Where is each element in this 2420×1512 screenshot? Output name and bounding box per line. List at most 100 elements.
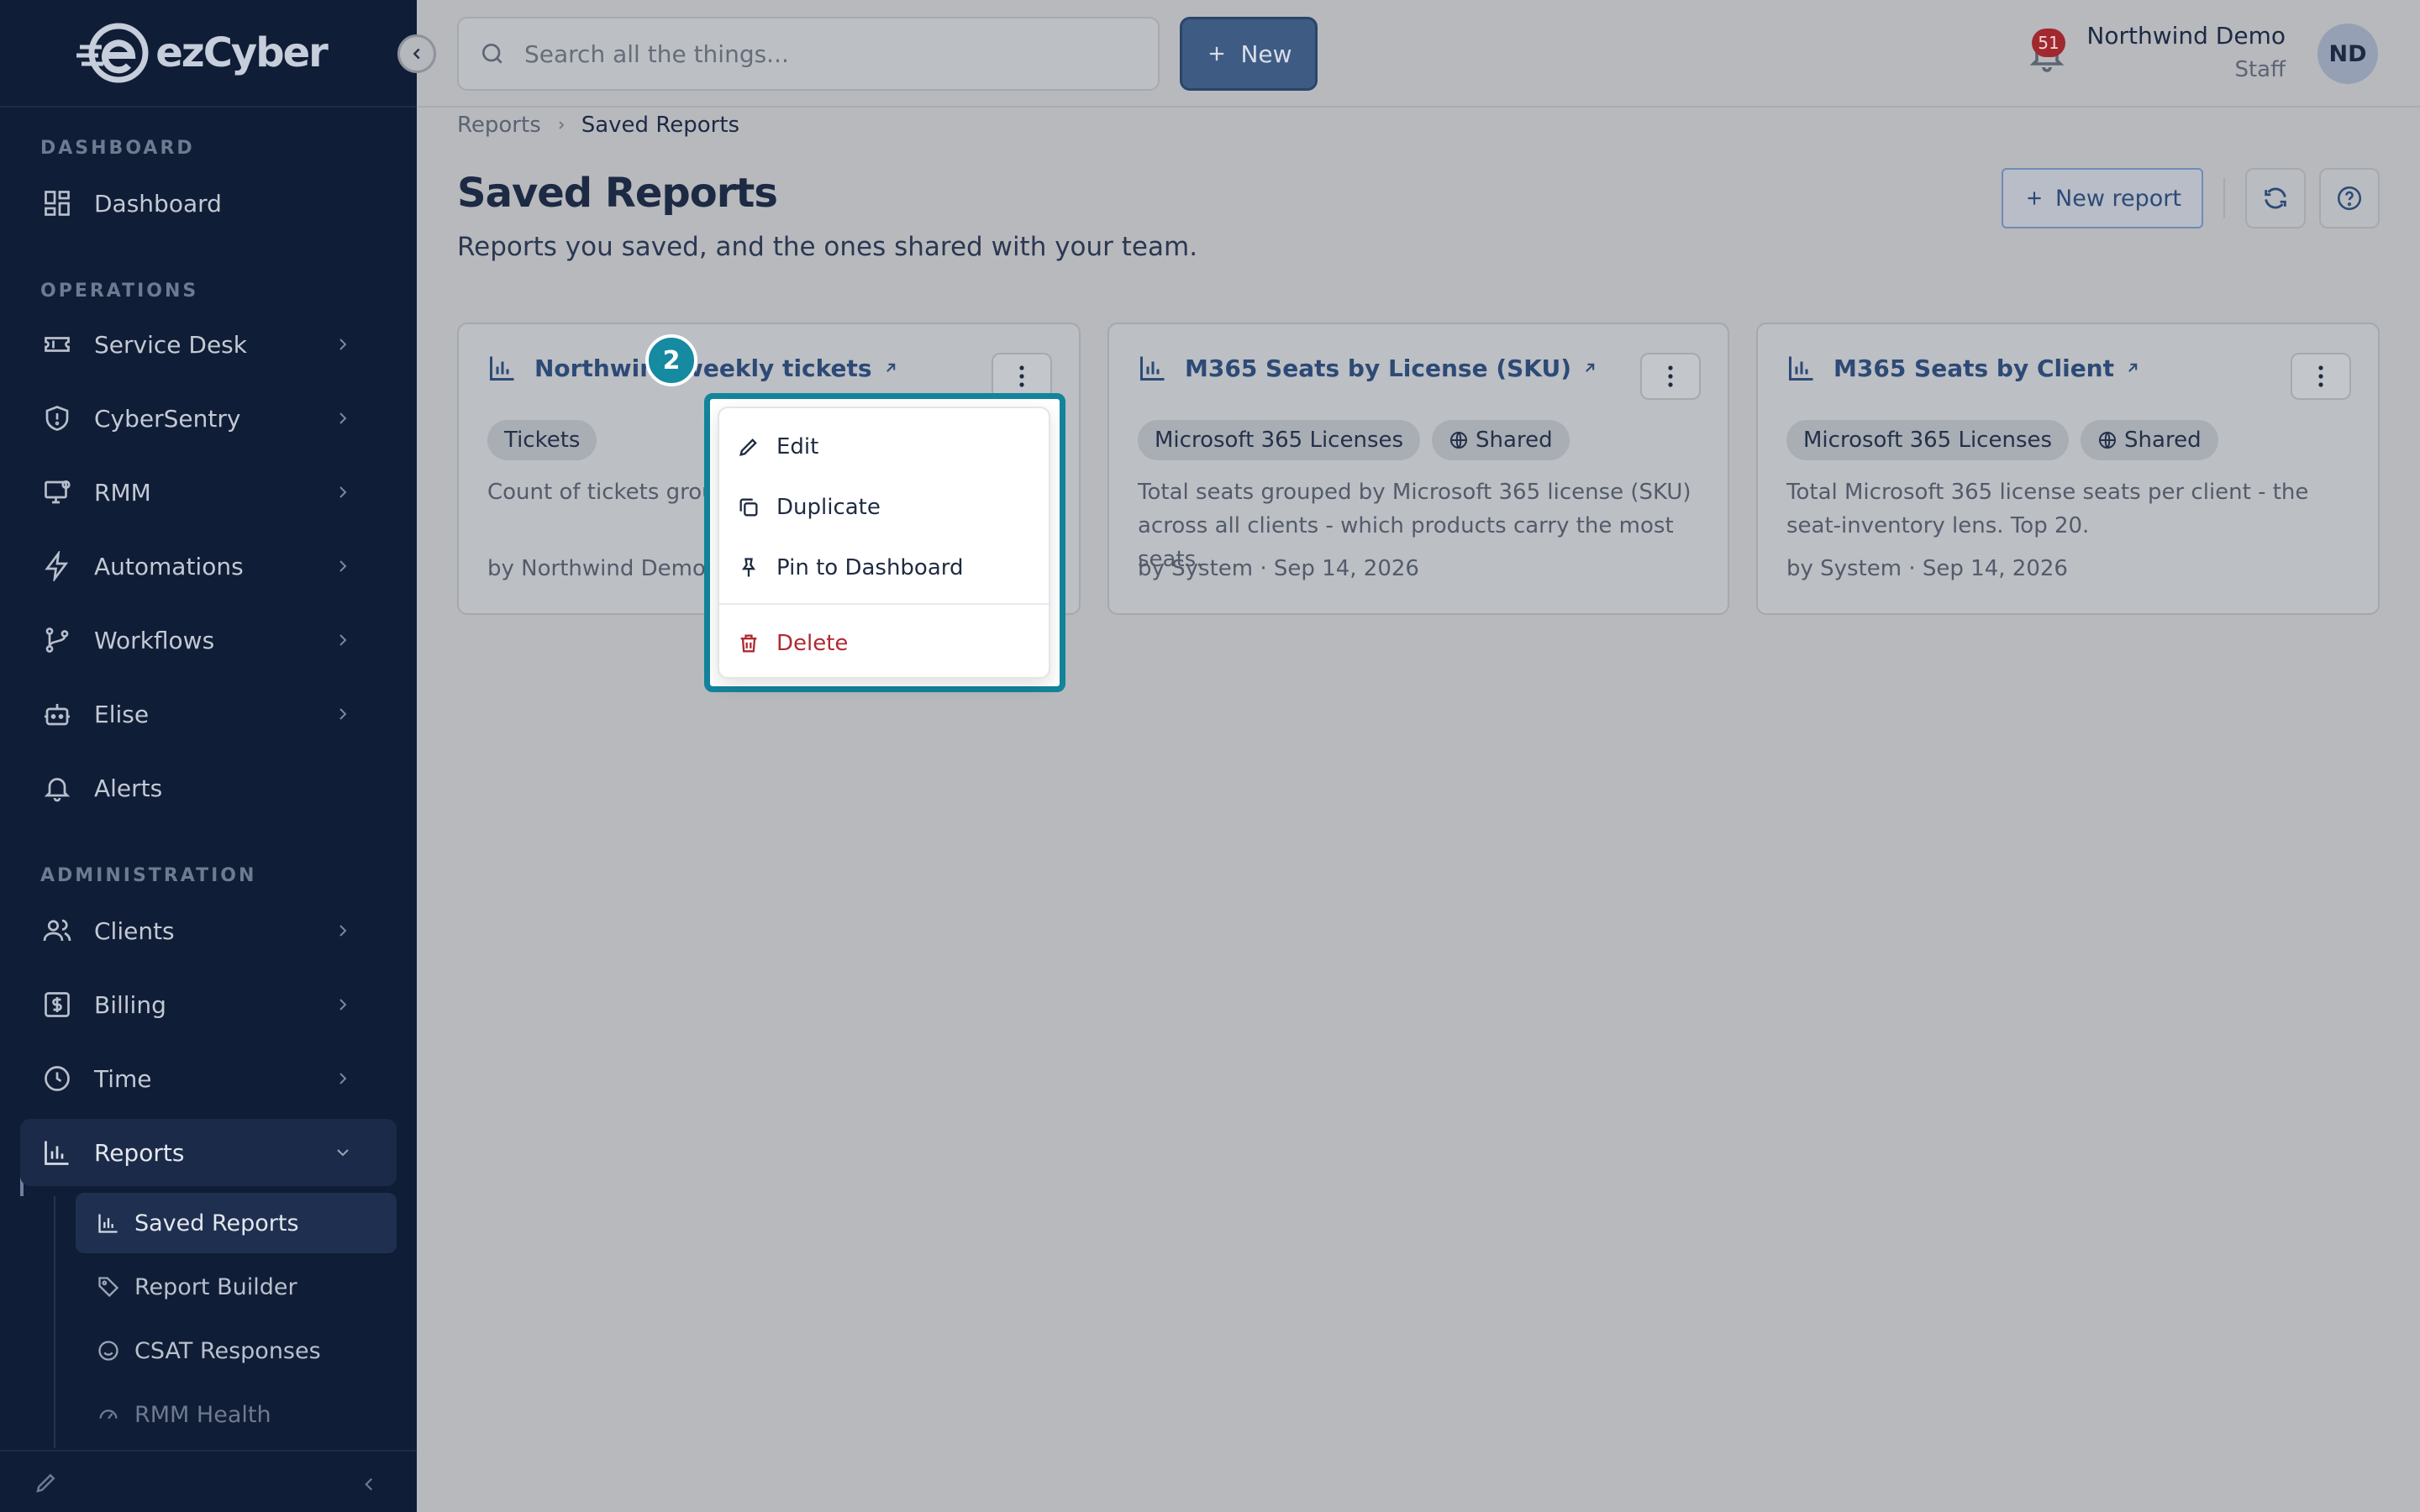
- sidebar-subitem-rmm-health[interactable]: RMM Health: [76, 1384, 397, 1445]
- edit-icon[interactable]: [34, 1470, 59, 1495]
- chevron-right-icon: [339, 1073, 347, 1084]
- chevron-right-icon: [339, 925, 347, 937]
- search-icon: [482, 44, 502, 64]
- sidebar-item-rmm[interactable]: RMM: [20, 459, 397, 526]
- sidebar-item-label: Dashboard: [94, 189, 222, 218]
- report-card[interactable]: M365 Seats by License (SKU) Microsoft 36…: [1107, 323, 1729, 615]
- sidebar-subitem-label: RMM Health: [134, 1401, 271, 1428]
- menu-item-label: Delete: [776, 631, 849, 656]
- sidebar-item-label: Billing: [94, 990, 166, 1019]
- new-button-label: New: [1240, 39, 1292, 68]
- card-menu-button[interactable]: [1640, 353, 1701, 400]
- search-input[interactable]: [524, 39, 1129, 68]
- chevron-right-icon: [339, 708, 347, 720]
- sidebar-item-reports[interactable]: Reports: [20, 1119, 397, 1186]
- card-menu-button[interactable]: [2291, 353, 2351, 400]
- sidebar-item-alerts[interactable]: Alerts: [20, 754, 397, 822]
- sidebar-item-label: RMM: [94, 478, 151, 507]
- page-subtitle: Reports you saved, and the ones shared w…: [457, 232, 1198, 262]
- sidebar-item-time[interactable]: Time: [20, 1045, 397, 1112]
- sidebar-item-label: Automations: [94, 552, 244, 580]
- menu-item-label: Edit: [776, 434, 819, 459]
- report-card-title[interactable]: M365 Seats by Client: [1786, 353, 2141, 383]
- logo[interactable]: ezCyber: [76, 22, 329, 84]
- bar-chart-icon: [1140, 356, 1165, 381]
- help-button[interactable]: [2319, 168, 2380, 228]
- sidebar-item-cybersentry[interactable]: CyberSentry: [20, 385, 397, 452]
- globe-icon: [1450, 432, 1468, 449]
- shared-tag: Shared: [2081, 420, 2218, 460]
- shared-tag-label: Shared: [1476, 428, 1553, 453]
- pin-icon: [736, 555, 761, 580]
- category-tag: Tickets: [487, 420, 597, 460]
- breadcrumb-link-reports[interactable]: Reports: [457, 113, 541, 138]
- sidebar-item-service-desk[interactable]: Service Desk: [20, 311, 397, 378]
- external-link-icon: [2128, 363, 2138, 372]
- breadcrumb: Reports Saved Reports: [457, 111, 739, 139]
- menu-item-pin-to-dashboard[interactable]: Pin to Dashboard: [736, 544, 964, 591]
- new-button[interactable]: New: [1180, 17, 1318, 91]
- sidebar-subitem-label: Report Builder: [134, 1273, 297, 1300]
- sidebar-subitem-label: CSAT Responses: [134, 1337, 321, 1364]
- external-link-icon: [886, 363, 895, 372]
- avatar[interactable]: ND: [2317, 24, 2378, 84]
- report-card-meta: by System · Sep 14, 2026: [1138, 556, 1419, 581]
- sidebar-item-label: Reports: [94, 1138, 185, 1167]
- plus-icon: [1210, 46, 1224, 61]
- bar-chart-icon: [490, 356, 514, 381]
- category-tag: Microsoft 365 Licenses: [1138, 420, 1421, 460]
- sidebar-item-dashboard[interactable]: Dashboard: [20, 170, 397, 237]
- sidebar-item-label: Elise: [94, 700, 150, 728]
- report-card-tags: Microsoft 365 Licenses Shared: [1786, 420, 2218, 460]
- bar-chart-icon: [96, 1210, 121, 1236]
- sidebar-subitem-saved-reports[interactable]: Saved Reports: [76, 1193, 397, 1253]
- kebab-menu-icon: [2318, 365, 2323, 387]
- menu-item-edit[interactable]: Edit: [736, 423, 818, 470]
- search-box[interactable]: [457, 17, 1160, 91]
- sidebar-item-clients[interactable]: Clients: [20, 897, 397, 964]
- shield-icon: [40, 402, 74, 435]
- sidebar-item-elise[interactable]: Elise: [20, 680, 397, 748]
- chevron-right-icon: [339, 634, 347, 646]
- page-title: Saved Reports: [457, 170, 778, 217]
- context-menu: Edit Duplicate Pin to Dashboard Delete: [718, 407, 1050, 679]
- external-link-icon: [1586, 363, 1595, 372]
- collapse-sidebar-icon[interactable]: [358, 1473, 380, 1495]
- menu-item-delete[interactable]: Delete: [736, 620, 848, 667]
- sidebar-item-workflows[interactable]: Workflows: [20, 606, 397, 674]
- menu-separator: [719, 603, 1049, 605]
- logo-mark-icon: [76, 23, 149, 83]
- smile-icon: [96, 1338, 121, 1363]
- category-tag: Microsoft 365 Licenses: [1786, 420, 2070, 460]
- sidebar-subitem-label: Saved Reports: [134, 1210, 299, 1236]
- chevron-right-icon: [339, 339, 347, 350]
- report-card-title-text: M365 Seats by License (SKU): [1185, 354, 1572, 382]
- report-card-description: Total Microsoft 365 license seats per cl…: [1786, 480, 2309, 538]
- trash-icon: [736, 631, 761, 656]
- section-label-operations: OPERATIONS: [40, 281, 199, 302]
- robot-icon: [40, 697, 74, 731]
- sidebar-toggle-button[interactable]: [397, 34, 436, 73]
- refresh-button[interactable]: [2245, 168, 2306, 228]
- sidebar-subitem-report-builder[interactable]: Report Builder: [76, 1257, 397, 1317]
- report-card-title[interactable]: M365 Seats by License (SKU): [1138, 353, 1598, 383]
- tag-icon: [96, 1274, 121, 1299]
- sidebar-item-label: Alerts: [94, 774, 163, 802]
- sidebar-subitem-csat-responses[interactable]: CSAT Responses: [76, 1320, 397, 1381]
- chevron-right-icon: [339, 486, 347, 498]
- pencil-icon: [736, 434, 761, 459]
- user-name: Northwind Demo: [2086, 22, 2286, 50]
- menu-item-label: Duplicate: [776, 495, 881, 520]
- report-card-tags: Microsoft 365 Licenses Shared: [1138, 420, 1570, 460]
- toolbar-divider: [2223, 178, 2225, 218]
- sidebar-item-billing[interactable]: Billing: [20, 971, 397, 1038]
- plus-icon: [2028, 192, 2041, 205]
- menu-item-duplicate[interactable]: Duplicate: [736, 484, 881, 531]
- report-card[interactable]: M365 Seats by Client Microsoft 365 Licen…: [1756, 323, 2380, 615]
- new-report-button[interactable]: New report: [2002, 168, 2203, 228]
- notification-count-badge: 51: [2032, 29, 2065, 57]
- sidebar-item-automations[interactable]: Automations: [20, 533, 397, 600]
- copy-icon: [736, 495, 761, 520]
- report-card-title-text: M365 Seats by Client: [1833, 354, 2115, 382]
- chevron-right-icon: [339, 412, 347, 424]
